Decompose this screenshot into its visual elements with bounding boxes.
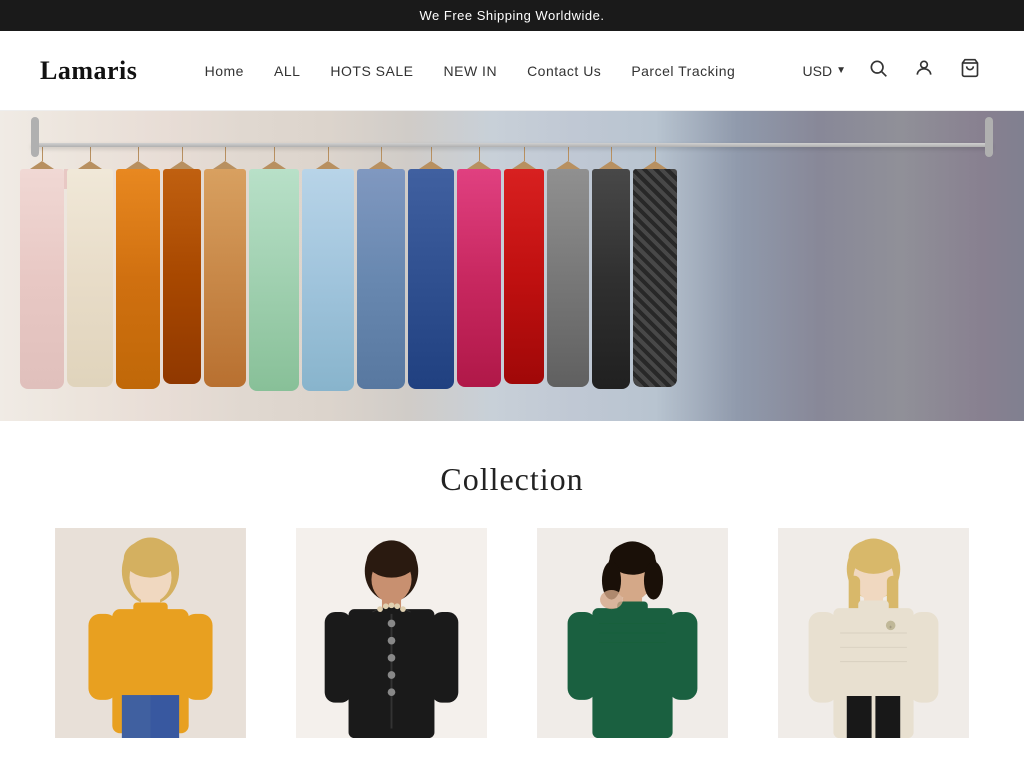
currency-chevron: ▼ xyxy=(836,65,846,76)
rack-support-right xyxy=(985,117,993,157)
cloth-2 xyxy=(67,147,113,387)
cloth-1 xyxy=(20,147,64,389)
nav-new-in[interactable]: NEW IN xyxy=(444,63,498,79)
nav-hots-sale[interactable]: HOTS SALE xyxy=(330,63,413,79)
cloth-6 xyxy=(249,147,299,391)
product-image-4: ✦ xyxy=(763,528,984,738)
rack-support-left xyxy=(31,117,39,157)
cloth-9 xyxy=(408,147,454,389)
clothes-rack xyxy=(0,111,1024,421)
currency-label: USD xyxy=(803,63,833,79)
product-card-1[interactable] xyxy=(40,528,261,738)
product-card-2[interactable] xyxy=(281,528,502,738)
rack-rod xyxy=(31,143,994,147)
cloth-10 xyxy=(457,147,501,387)
product-grid: ✦ xyxy=(40,528,984,738)
product-image-1 xyxy=(40,528,261,738)
cloth-12 xyxy=(547,147,589,387)
nav-actions: USD ▼ xyxy=(803,54,984,88)
cloth-4 xyxy=(163,147,201,384)
nav-home[interactable]: Home xyxy=(205,63,244,79)
nav-all[interactable]: ALL xyxy=(274,63,300,79)
cart-button[interactable] xyxy=(956,54,984,88)
clothing-items xyxy=(20,147,1024,391)
account-button[interactable] xyxy=(910,54,938,88)
product-card-3[interactable] xyxy=(522,528,743,738)
cart-icon xyxy=(960,58,980,84)
cloth-8 xyxy=(357,147,405,389)
nav-contact-us[interactable]: Contact Us xyxy=(527,63,601,79)
cloth-7 xyxy=(302,147,354,391)
logo[interactable]: Lamaris xyxy=(40,56,137,86)
header: Lamaris Home ALL HOTS SALE NEW IN Contac… xyxy=(0,31,1024,111)
cloth-3 xyxy=(116,147,160,389)
search-button[interactable] xyxy=(864,54,892,88)
svg-text:✦: ✦ xyxy=(888,624,893,631)
announcement-text: We Free Shipping Worldwide. xyxy=(420,8,605,23)
collection-section: Collection xyxy=(0,421,1024,758)
search-icon xyxy=(868,58,888,84)
cloth-5 xyxy=(204,147,246,387)
cloth-11 xyxy=(504,147,544,384)
announcement-bar: We Free Shipping Worldwide. xyxy=(0,0,1024,31)
product-image-3 xyxy=(522,528,743,738)
currency-selector[interactable]: USD ▼ xyxy=(803,63,846,79)
cloth-14 xyxy=(633,147,677,387)
collection-title: Collection xyxy=(40,461,984,498)
hero-banner xyxy=(0,111,1024,421)
product-card-4[interactable]: ✦ xyxy=(763,528,984,738)
product-image-2 xyxy=(281,528,502,738)
cloth-13 xyxy=(592,147,630,389)
main-nav: Home ALL HOTS SALE NEW IN Contact Us Par… xyxy=(205,63,736,79)
nav-parcel-tracking[interactable]: Parcel Tracking xyxy=(631,63,735,79)
account-icon xyxy=(914,58,934,84)
